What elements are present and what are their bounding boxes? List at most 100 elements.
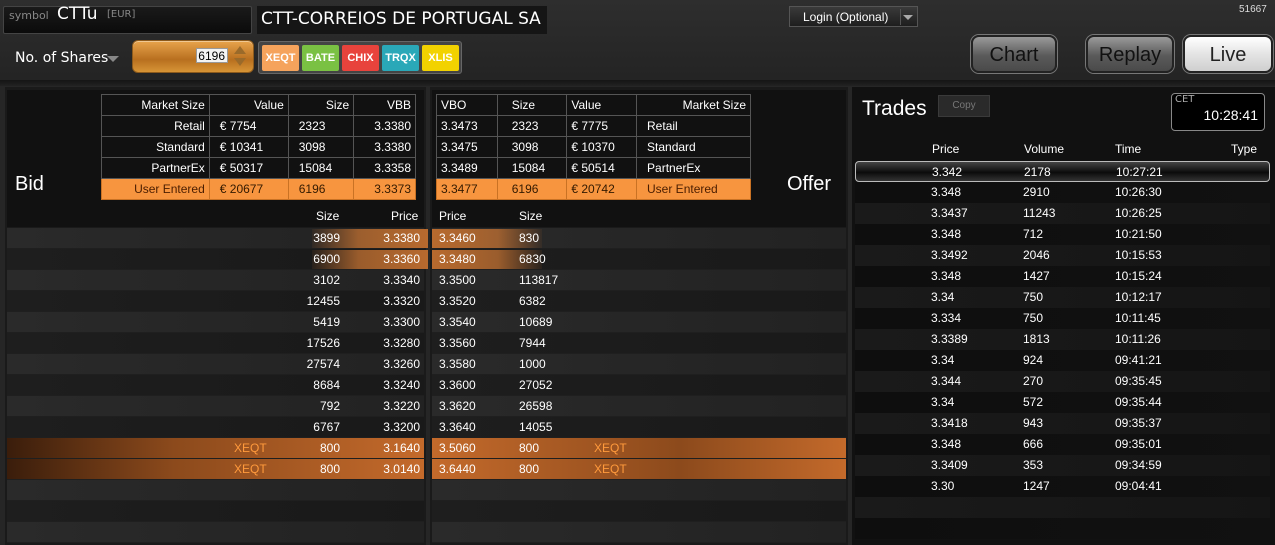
trade-row[interactable]: 3.34 924 09:41:21	[855, 350, 1270, 371]
trade-volume: 943	[1023, 416, 1044, 430]
market-size: Standard	[101, 136, 210, 158]
trade-row[interactable]: 3.344 270 09:35:45	[855, 371, 1270, 392]
trade-row[interactable]: 3.34 572 09:35:44	[855, 392, 1270, 413]
bid-row[interactable]: 12455 3.3320	[7, 291, 424, 312]
venue-button-trqx[interactable]: TRQX	[382, 45, 419, 71]
bid-size: 6900	[313, 252, 340, 266]
trade-row[interactable]: 3.34 750 10:12:17	[855, 287, 1270, 308]
login-dropdown[interactable]: Login (Optional)	[789, 6, 918, 27]
offer-row[interactable]: 3.3480 6830	[432, 249, 846, 270]
bid-row-empty	[7, 522, 424, 543]
trade-volume: 2178	[1024, 165, 1051, 179]
bid-row[interactable]: 17526 3.3280	[7, 333, 424, 354]
offer-row[interactable]: 3.3560 7944	[432, 333, 846, 354]
value: € 7754	[208, 115, 289, 137]
spin-up-icon[interactable]	[234, 46, 246, 54]
trade-row[interactable]: 3.348 2910 10:26:30	[855, 182, 1270, 203]
offer-row[interactable]: 3.3460 830	[432, 228, 846, 249]
bid-row[interactable]: 792 3.3220	[7, 396, 424, 417]
bid-row[interactable]: XEQT 800 3.0140	[7, 459, 424, 480]
offer-row[interactable]: 3.3540 10689	[432, 312, 846, 333]
trade-time: 09:35:44	[1115, 395, 1162, 409]
bid-label: Bid	[15, 173, 44, 195]
offer-row[interactable]: 3.3500 113817	[432, 270, 846, 291]
trade-row[interactable]: 3.348 666 09:35:01	[855, 434, 1270, 455]
offer-size: 800	[519, 462, 540, 476]
trades-type-header: Type	[1231, 142, 1258, 156]
offer-price: 3.3600	[439, 378, 476, 392]
offer-size: 6382	[519, 294, 546, 308]
offer-row[interactable]: 3.3600 27052	[432, 375, 846, 396]
offer-size: 26598	[519, 399, 553, 413]
value: € 10341	[208, 136, 289, 158]
trades-title: Trades	[862, 97, 927, 120]
trade-time: 09:04:41	[1115, 479, 1162, 493]
bid-row[interactable]: 5419 3.3300	[7, 312, 424, 333]
offer-row[interactable]: 3.3640 14055	[432, 417, 846, 438]
offer-summary-header: Size	[496, 94, 568, 116]
trade-price: 3.348	[931, 437, 962, 451]
offer-size: 6830	[519, 252, 546, 266]
shares-input[interactable]: 6196	[196, 48, 228, 63]
bid-row-empty	[7, 501, 424, 522]
bid-venue: XEQT	[234, 441, 267, 455]
value: € 10370	[566, 136, 638, 158]
offer-row[interactable]: 3.5060 800 XEQT	[432, 438, 846, 459]
venue-button-xeqt[interactable]: XEQT	[262, 45, 299, 71]
replay-button[interactable]: Replay	[1086, 35, 1174, 73]
clock: CET 10:28:41	[1171, 93, 1265, 131]
offer-row[interactable]: 3.3520 6382	[432, 291, 846, 312]
bid-row[interactable]: 8684 3.3240	[7, 375, 424, 396]
trade-row[interactable]: 3.348 1427 10:15:24	[855, 266, 1270, 287]
spinner-arrows-icon[interactable]	[231, 45, 249, 69]
trade-row[interactable]: 3.3389 1813 10:11:26	[855, 329, 1270, 350]
venue-button-xlis[interactable]: XLIS	[422, 45, 459, 71]
vbo: 3.3475	[436, 136, 498, 158]
trade-row[interactable]: 3.3492 2046 10:15:53	[855, 245, 1270, 266]
venue-button-bate[interactable]: BATE	[302, 45, 339, 71]
bid-price: 3.3220	[383, 399, 420, 413]
chevron-down-icon[interactable]	[107, 56, 119, 62]
bid-row[interactable]: XEQT 800 3.1640	[7, 438, 424, 459]
trade-row[interactable]: 3.334 750 10:11:45	[855, 308, 1270, 329]
offer-venue: XEQT	[594, 441, 627, 455]
size: 3098	[287, 136, 355, 158]
trade-row[interactable]: 3.3418 943 09:35:37	[855, 413, 1270, 434]
bid-row[interactable]: 27574 3.3260	[7, 354, 424, 375]
vbb: 3.3380	[353, 115, 416, 137]
trade-row[interactable]: 3.342 2178 10:27:21	[855, 161, 1270, 182]
trade-price: 3.348	[931, 269, 962, 283]
trade-volume: 750	[1023, 290, 1044, 304]
live-button[interactable]: Live	[1183, 35, 1273, 73]
chart-button[interactable]: Chart	[971, 35, 1057, 73]
trade-time: 10:15:24	[1115, 269, 1162, 283]
offer-row[interactable]: 3.3620 26598	[432, 396, 846, 417]
bid-row[interactable]: 3899 3.3380	[7, 228, 428, 249]
trade-time: 09:41:21	[1115, 353, 1162, 367]
bid-venue: XEQT	[234, 462, 267, 476]
offer-size: 113817	[519, 273, 559, 287]
bid-row[interactable]: 3102 3.3340	[7, 270, 424, 291]
copy-button[interactable]: Copy	[938, 95, 990, 117]
offer-row[interactable]: 3.6440 800 XEQT	[432, 459, 846, 480]
trade-row[interactable]: 3.348 712 10:21:50	[855, 224, 1270, 245]
shares-label[interactable]: No. of Shares	[15, 50, 108, 66]
bid-summary-header: Size	[287, 94, 355, 116]
vbo: 3.3473	[436, 115, 498, 137]
spin-down-icon[interactable]	[234, 58, 246, 66]
bid-row[interactable]: 6900 3.3360	[7, 249, 428, 270]
trade-price: 3.34	[931, 290, 955, 304]
size: 6196	[287, 178, 355, 200]
trade-row[interactable]: 3.3437 11243 10:26:25	[855, 203, 1270, 224]
trade-price: 3.3437	[931, 206, 968, 220]
venue-button-chix[interactable]: CHIX	[342, 45, 379, 71]
market-size: User Entered	[636, 178, 751, 200]
trade-row[interactable]: 3.30 1247 09:04:41	[855, 476, 1270, 497]
offer-price: 3.3540	[439, 315, 476, 329]
offer-summary-row-user: 3.3477 6196 € 20742 User Entered	[436, 178, 751, 200]
offer-row[interactable]: 3.3580 1000	[432, 354, 846, 375]
bid-row[interactable]: 6767 3.3200	[7, 417, 424, 438]
symbol-value[interactable]: CTTu	[57, 4, 98, 24]
trade-row[interactable]: 3.3409 353 09:34:59	[855, 455, 1270, 476]
vbb: 3.3373	[353, 178, 416, 200]
